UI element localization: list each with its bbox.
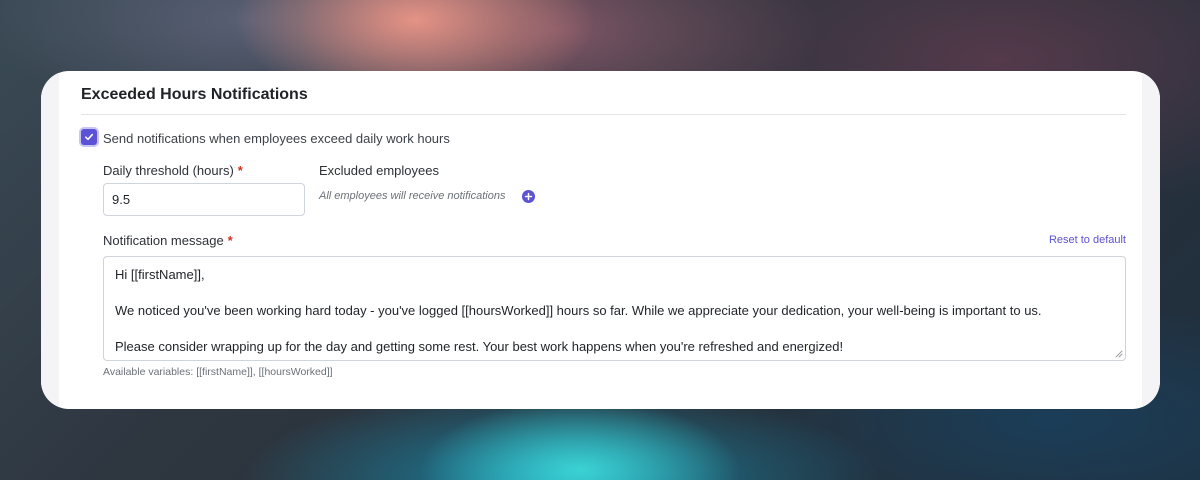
excluded-label: Excluded employees: [319, 163, 439, 178]
plus-circle-icon[interactable]: [522, 190, 535, 203]
reset-to-default-link[interactable]: Reset to default: [1049, 234, 1126, 246]
threshold-input[interactable]: [103, 183, 305, 216]
notify-checkbox-label[interactable]: Send notifications when employees exceed…: [103, 131, 450, 146]
checkmark-icon: [85, 133, 94, 141]
settings-card: Exceeded Hours Notifications Send notifi…: [41, 71, 1160, 409]
threshold-label: Daily threshold (hours) *: [103, 163, 243, 178]
message-line: We noticed you've been working hard toda…: [115, 303, 1042, 318]
message-label-text: Notification message: [103, 233, 224, 248]
available-variables-hint: Available variables: [[firstName]], [[ho…: [103, 366, 333, 378]
message-textarea[interactable]: Hi [[firstName]], We noticed you've been…: [103, 256, 1126, 361]
section-divider: [81, 114, 1126, 115]
required-marker: *: [227, 233, 233, 248]
required-marker: *: [237, 163, 243, 178]
card-left-edge: [41, 71, 59, 409]
message-label: Notification message *: [103, 233, 233, 248]
threshold-label-text: Daily threshold (hours): [103, 163, 234, 178]
notify-checkbox[interactable]: [81, 129, 97, 145]
card-right-edge: [1142, 71, 1160, 409]
excluded-empty-text: All employees will receive notifications: [319, 190, 506, 202]
message-line: Hi [[firstName]],: [115, 267, 205, 282]
section-title: Exceeded Hours Notifications: [81, 86, 308, 103]
resize-grip-icon[interactable]: [1115, 350, 1123, 358]
message-line: Please consider wrapping up for the day …: [115, 339, 844, 354]
